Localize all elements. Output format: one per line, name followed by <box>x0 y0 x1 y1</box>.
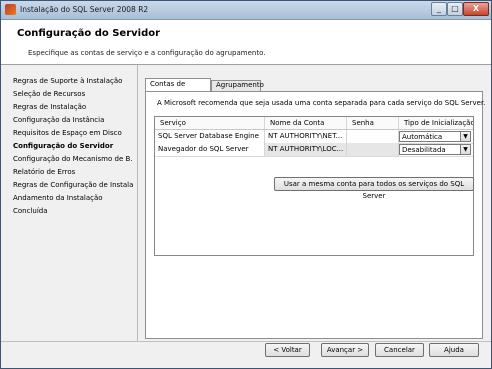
password-field[interactable] <box>347 143 399 156</box>
minimize-button[interactable]: _ <box>431 2 447 16</box>
grid-header: Serviço Nome da Conta Senha Tipo de Inic… <box>155 117 473 130</box>
sidebar-item-selecao-recursos[interactable]: Seleção de Recursos <box>13 90 133 98</box>
installer-window: Instalação do SQL Server 2008 R2 _ □ X C… <box>0 0 492 369</box>
account-name-field[interactable]: NT AUTHORITY\NET... <box>265 130 347 143</box>
column-header-nome-conta[interactable]: Nome da Conta <box>265 117 347 129</box>
startup-type-value: Desabilitada <box>402 146 446 154</box>
sidebar-item-andamento[interactable]: Andamento da Instalação <box>13 194 133 202</box>
page-title: Configuração do Servidor <box>17 28 161 39</box>
sidebar-item-concluida[interactable]: Concluída <box>13 207 133 215</box>
sidebar-item-configuracao-servidor[interactable]: Configuração do Servidor <box>13 142 133 150</box>
sidebar-item-regras-instalacao[interactable]: Regras de Instalação <box>13 103 133 111</box>
column-header-servico[interactable]: Serviço <box>155 117 265 129</box>
table-row[interactable]: Navegador do SQL Server NT AUTHORITY\LOC… <box>155 143 473 157</box>
sidebar-item-configuracao-instancia[interactable]: Configuração da Instância <box>13 116 133 124</box>
page-header: Configuração do Servidor Especifique as … <box>1 20 491 65</box>
column-header-senha[interactable]: Senha <box>347 117 399 129</box>
sidebar-item-configuracao-mecanismo[interactable]: Configuração do Mecanismo de B... <box>13 155 133 163</box>
steps-sidebar: Regras de Suporte à Instalação Seleção d… <box>1 65 138 341</box>
table-row[interactable]: SQL Server Database Engine NT AUTHORITY\… <box>155 130 473 144</box>
sidebar-item-regras-suporte[interactable]: Regras de Suporte à Instalação <box>13 77 133 85</box>
tab-agrupamento[interactable]: Agrupamento <box>211 80 264 91</box>
startup-type-value: Automática <box>402 133 443 141</box>
recommendation-text: A Microsoft recomenda que seja usada uma… <box>157 99 486 107</box>
service-name-cell: SQL Server Database Engine <box>155 130 265 143</box>
footer-divider <box>1 341 491 342</box>
sidebar-item-regras-configuracao[interactable]: Regras de Configuração de Instala... <box>13 181 133 189</box>
column-header-tipo-inicializacao[interactable]: Tipo de Inicialização <box>399 117 473 129</box>
password-field[interactable] <box>347 130 399 143</box>
sql-server-app-icon <box>5 4 16 15</box>
title-bar[interactable]: Instalação do SQL Server 2008 R2 _ □ X <box>1 1 491 20</box>
startup-type-dropdown[interactable]: Automática ▼ <box>399 131 471 142</box>
sidebar-item-requisitos-espaco[interactable]: Requisitos de Espaço em Disco <box>13 129 133 137</box>
window-title: Instalação do SQL Server 2008 R2 <box>20 5 149 14</box>
next-button[interactable]: Avançar > <box>321 343 369 357</box>
startup-type-dropdown[interactable]: Desabilitada ▼ <box>399 144 471 155</box>
sidebar-item-relatorio-erros[interactable]: Relatório de Erros <box>13 168 133 176</box>
service-name-cell: Navegador do SQL Server <box>155 143 265 156</box>
chevron-down-icon[interactable]: ▼ <box>460 145 470 154</box>
cancel-button[interactable]: Cancelar <box>375 343 424 357</box>
account-name-field[interactable]: NT AUTHORITY\LOC... <box>265 143 347 156</box>
help-button[interactable]: Ajuda <box>429 343 479 357</box>
tab-contas-servico[interactable]: Contas de Serviço <box>145 78 211 99</box>
page-subtitle: Especifique as contas de serviço e a con… <box>28 49 266 57</box>
chevron-down-icon[interactable]: ▼ <box>460 132 470 141</box>
close-button[interactable]: X <box>463 2 489 16</box>
maximize-button[interactable]: □ <box>447 2 463 16</box>
back-button[interactable]: < Voltar <box>265 343 310 357</box>
service-accounts-panel: A Microsoft recomenda que seja usada uma… <box>145 91 486 339</box>
use-same-account-button[interactable]: Usar a mesma conta para todos os serviço… <box>274 177 474 200</box>
